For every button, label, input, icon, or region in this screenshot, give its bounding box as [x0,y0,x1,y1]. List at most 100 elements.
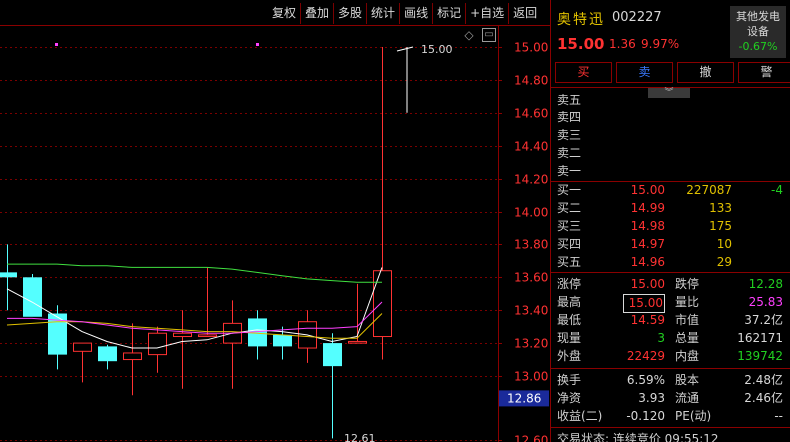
buy-order-row: 买一 15.00 227087 -4 [557,182,787,199]
buy-order-price: 14.96 [630,255,665,269]
sector-name-line2: 设备 [747,25,769,38]
candle-body [373,270,392,338]
inner-volume-value: 139742 [737,349,783,363]
outer-volume-label: 外盘 [557,349,582,363]
float-shares-value: 2.46亿 [744,391,783,405]
quote-row: 最高 15.00 量比 25.83 [557,294,787,313]
buy-order-volume: 227087 [686,183,732,197]
limit-up-label: 涨停 [557,277,582,291]
stock-name: 奥特迅 [557,12,605,28]
kline-svg: 15.00 14.80 14.60 14.40 14.20 14.00 13.80 13.60… [0,26,549,442]
buy-order-label: 买二 [557,201,582,215]
candle-body [173,332,192,338]
y-tick-label: 14.60 [514,107,548,121]
sector-change-pct: -0.67% [738,40,778,53]
eps-label: 收益(二) [557,409,603,423]
sell-order-label: 卖四 [557,110,582,124]
moving-average-line [7,263,382,283]
turnover-label: 换手 [557,373,582,387]
quote-row: 最低 14.59 市值 37.2亿 [557,312,787,329]
sell-order-row: 卖三 [557,127,581,144]
limit-down-value: 12.28 [748,277,783,291]
quote-panel: 奥特迅 002227 15.00 1.36 9.97% 其他发电 设备 -0.6… [550,0,790,442]
float-shares-label: 流通 [675,391,700,405]
candle-body [98,346,117,362]
sell-order-row: 卖五 [557,92,581,109]
market-cap-label: 市值 [675,313,700,327]
sell-order-label: 卖三 [557,128,582,142]
net-assets-value: 3.93 [638,391,665,405]
sell-order-row: 卖一 [557,163,581,180]
candle-body [123,352,142,361]
footer-divider [551,427,790,428]
price-change: 1.36 [609,37,636,51]
trade-buttons: 买 卖 撤 警 [555,62,790,83]
kline-chart-area[interactable]: 复权 叠加 多股 统计 画线 标记 +自选 返回 ◇ ▭ 15.00 14.80 1… [0,0,550,442]
candle-body [148,332,167,356]
sell-order-label: 卖二 [557,146,582,160]
buy-order-label: 买五 [557,255,582,269]
pe-value: -- [774,409,783,423]
y-tick-label: 13.40 [514,304,548,318]
current-volume-value: 3 [657,331,665,345]
high-label: 最高 [557,295,582,309]
inner-volume-label: 内盘 [675,349,700,363]
collapse-icon[interactable]: ︾ [648,88,690,98]
fund-row: 净资 3.93 流通 2.46亿 [557,390,787,407]
sell-order-label: 卖一 [557,164,582,178]
y-tick-label: 13.80 [514,238,548,252]
current-price-tag-label: 12.86 [507,391,541,405]
y-tick-label: 14.20 [514,173,548,187]
buy-order-label: 买一 [557,183,582,197]
turnover-value: 6.59% [626,373,665,387]
cancel-order-button[interactable]: 撤 [677,62,734,83]
limit-up-value: 15.00 [630,277,665,291]
candle-body [273,334,292,347]
total-volume-value: 162171 [737,331,783,345]
candle-body [323,343,342,367]
alert-button[interactable]: 警 [738,62,790,83]
sell-button[interactable]: 卖 [616,62,673,83]
buy-button[interactable]: 买 [555,62,612,83]
sell-order-row: 卖四 [557,109,581,126]
limit-down-label: 跌停 [675,277,700,291]
buy-order-label: 买三 [557,219,582,233]
y-tick-label: 14.00 [514,206,548,220]
buy-order-price: 14.99 [630,201,665,215]
event-marker-dot [256,43,259,46]
event-marker-dot [55,43,58,46]
y-tick-label: 14.40 [514,140,548,154]
quote-row: 外盘 22429 内盘 139742 [557,348,787,365]
sector-box[interactable]: 其他发电 设备 -0.67% [730,6,786,58]
price-change-pct: 9.97% [641,37,680,51]
y-tick-label: 14.80 [514,74,548,88]
candle-body [23,277,42,317]
buy-order-row: 买四 14.97 10 [557,236,787,253]
market-cap-value: 37.2亿 [744,313,783,327]
buy-order-volume: 29 [716,255,732,269]
outer-volume-value: 22429 [626,349,665,363]
buy-order-volume: 133 [709,201,732,215]
low-marker-label: 12.61 [344,432,376,442]
high-value: 15.00 [623,294,665,313]
buy-order-row: 买三 14.98 175 [557,218,787,235]
y-tick-label: 13.60 [514,271,548,285]
buy-order-row: 买五 14.96 29 [557,254,787,271]
fundamentals-divider [551,368,790,369]
fund-row: 收益(二) -0.120 PE(动) -- [557,408,787,425]
total-volume-label: 总量 [675,331,700,345]
buy-order-change: -4 [771,183,783,197]
high-marker-label: 15.00 [421,43,453,56]
quote-row: 现量 3 总量 162171 [557,330,787,347]
fund-row: 换手 6.59% 股本 2.48亿 [557,372,787,389]
share-capital-value: 2.48亿 [744,373,783,387]
buy-order-volume: 10 [716,237,732,251]
volume-ratio-label: 量比 [675,295,700,309]
quote-divider [551,272,790,273]
y-tick-label: 15.00 [514,41,548,55]
candle-body [198,334,217,338]
current-volume-label: 现量 [557,331,582,345]
candle-body [73,342,92,352]
net-assets-label: 净资 [557,391,582,405]
candle-body [0,272,17,278]
